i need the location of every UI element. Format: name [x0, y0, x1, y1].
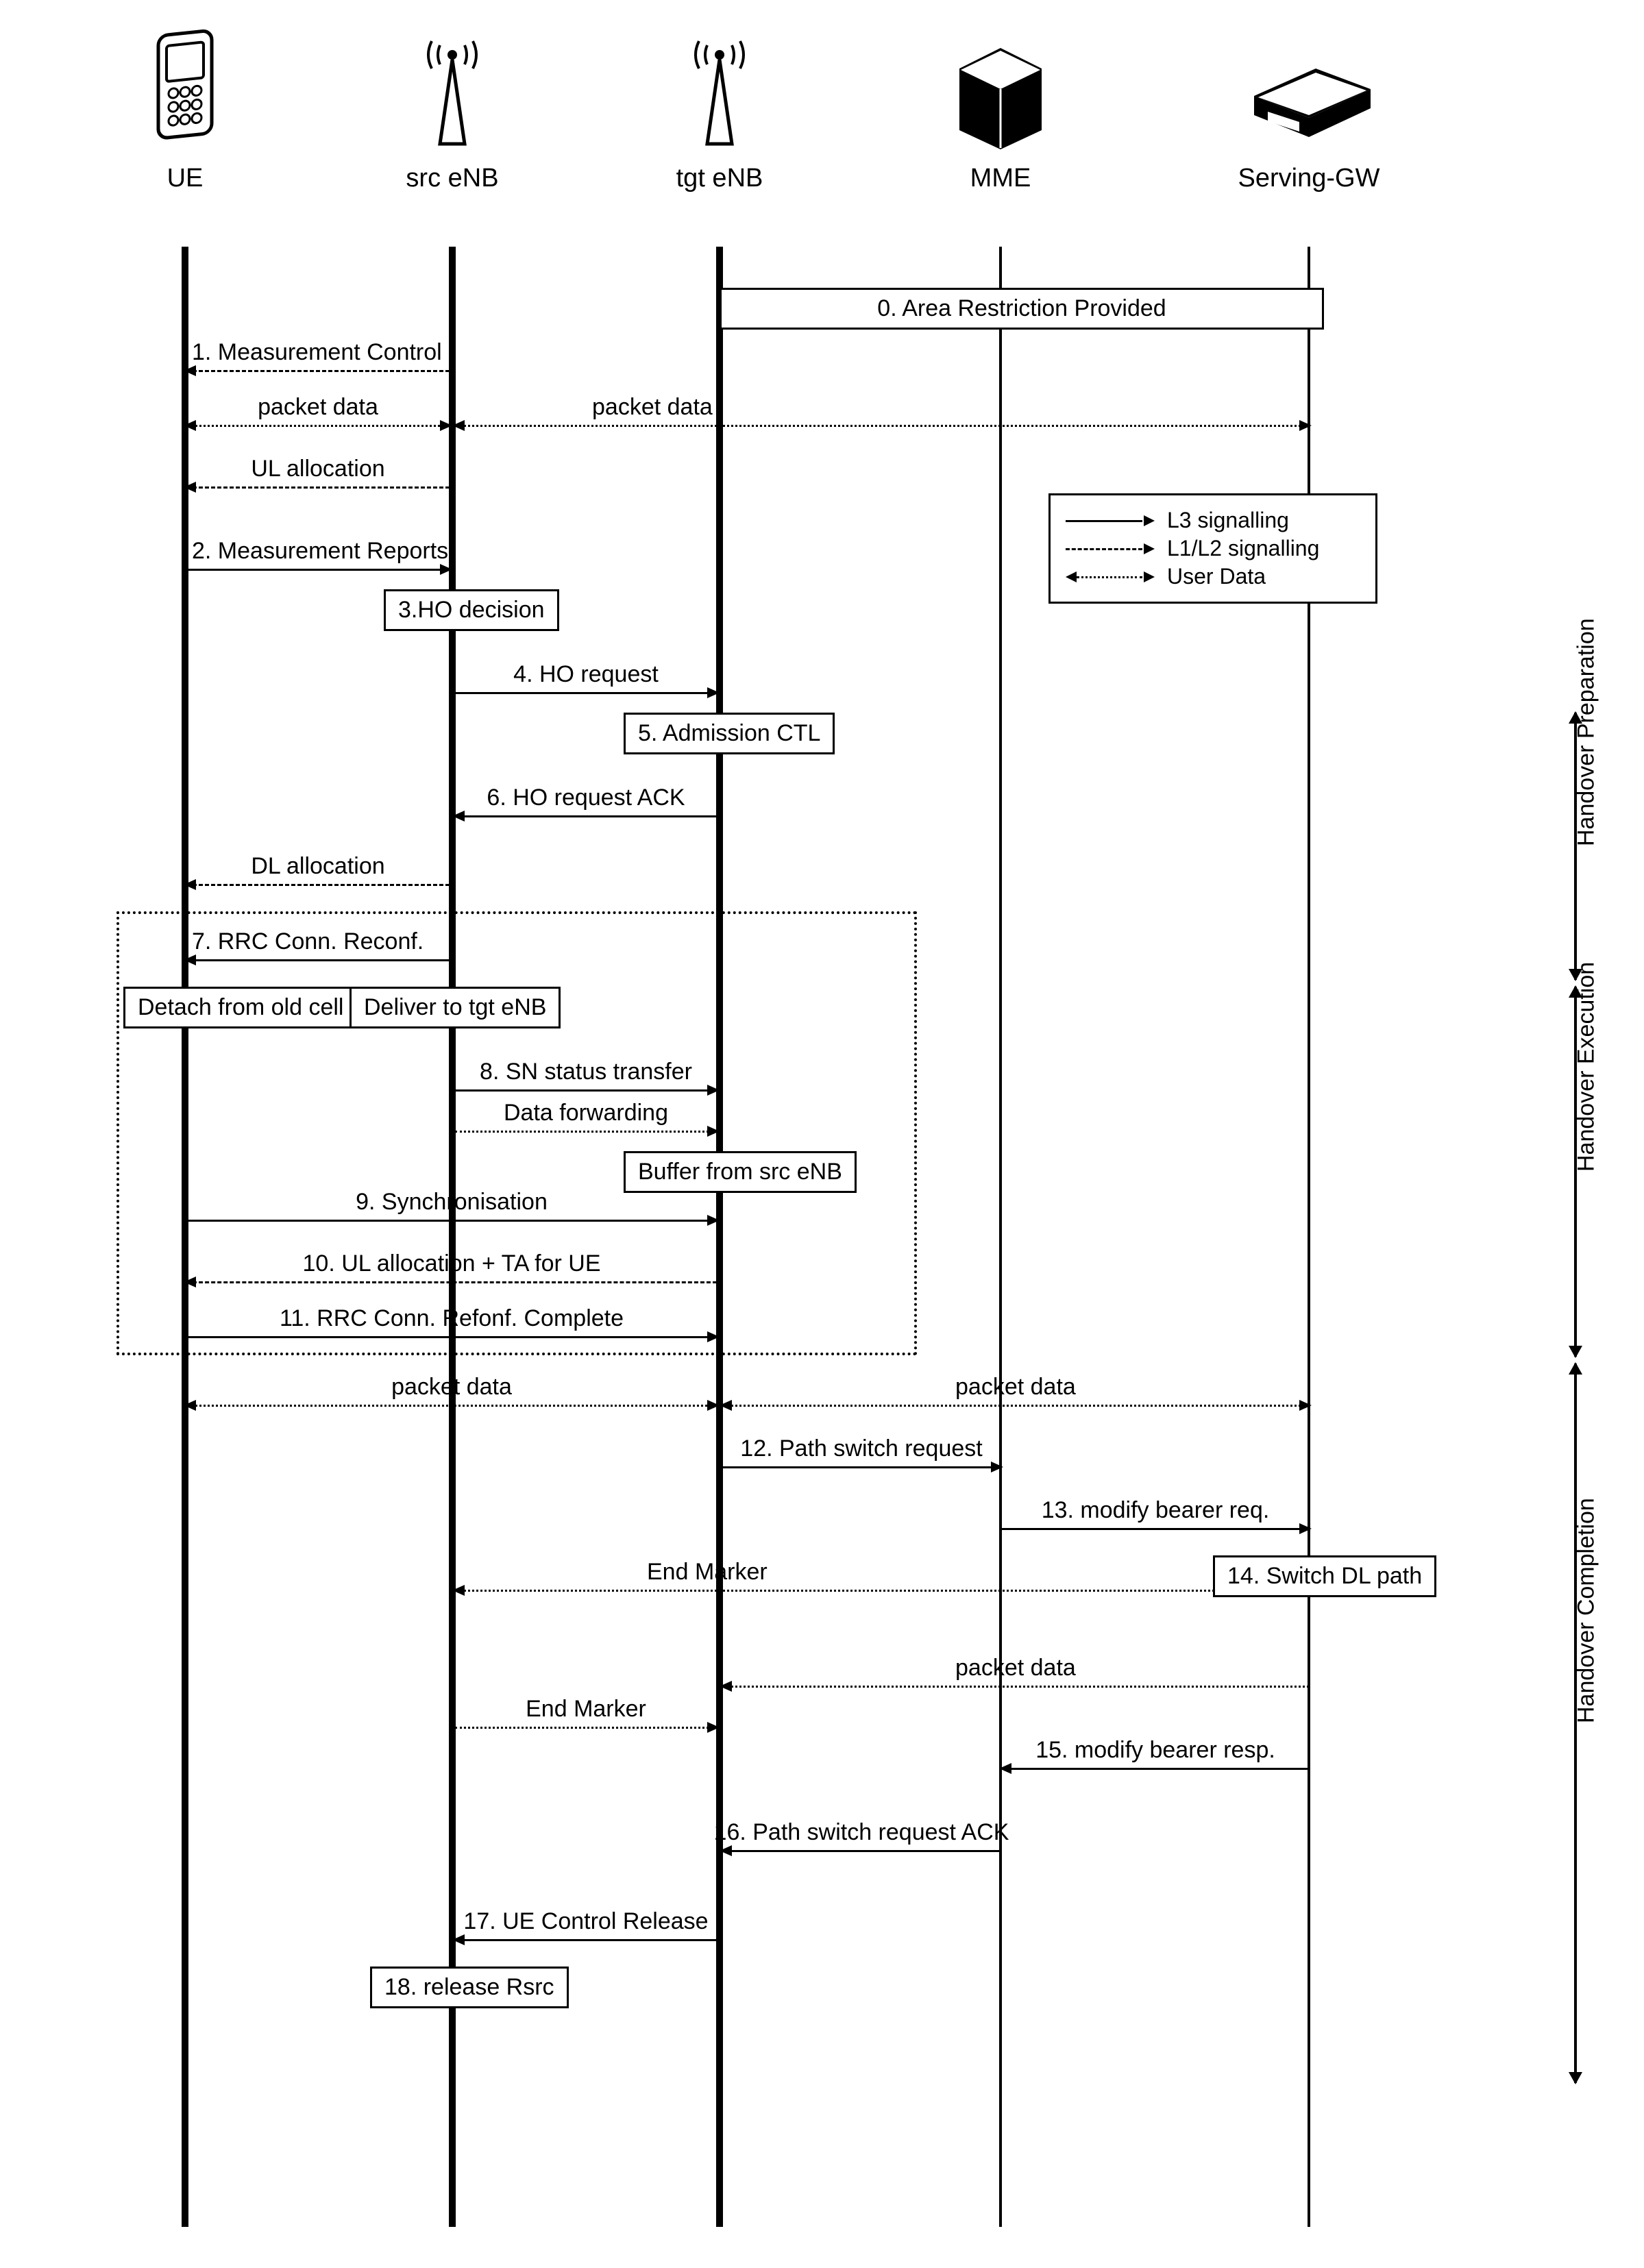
lifeline-mme: [999, 247, 1002, 2227]
legend-line-solid: [1066, 514, 1155, 528]
msg-label: 17. UE Control Release: [463, 1908, 708, 1935]
actor-mme: MME: [925, 27, 1076, 193]
antenna-icon: [678, 27, 761, 154]
msg-label: packet data: [955, 1374, 1076, 1401]
actor-tgt-enb: tgt eNB: [644, 27, 795, 193]
actor-label: UE: [110, 164, 260, 193]
msg-label: Data forwarding: [504, 1100, 668, 1126]
box-label: Detach from old cell: [138, 994, 343, 1020]
msg-label: 6. HO request ACK: [487, 785, 685, 811]
legend-line-dotted: [1066, 570, 1155, 584]
msg-label: 12. Path switch request: [740, 1435, 982, 1462]
box-deliver-tgt-enb: Deliver to tgt eNB: [349, 987, 561, 1028]
phase-label: Handover Execution: [1573, 962, 1600, 1172]
phase-label: Handover Preparation: [1573, 618, 1600, 846]
msg-label: packet data: [592, 394, 713, 421]
box-label: Buffer from src eNB: [638, 1159, 842, 1185]
box-ho-decision: 3.HO decision: [384, 589, 559, 631]
actor-serving-gw: Serving-GW: [1234, 27, 1384, 193]
msg-label: 16. Path switch request ACK: [714, 1819, 1009, 1846]
legend-row: User Data: [1066, 564, 1360, 589]
box-buffer-from-src: Buffer from src eNB: [624, 1151, 857, 1193]
msg-label: DL allocation: [251, 853, 384, 880]
antenna-icon: [411, 27, 493, 154]
phase-completion: Handover Completion: [1555, 1364, 1596, 2083]
frame-handover-execution: [116, 911, 917, 1355]
box-label: 18. release Rsrc: [384, 1974, 554, 2000]
msg-label: packet data: [391, 1374, 512, 1401]
box-label: Deliver to tgt eNB: [364, 994, 546, 1020]
phase-preparation: Handover Preparation: [1555, 713, 1596, 980]
legend-row: L1/L2 signalling: [1066, 536, 1360, 561]
phase-execution: Handover Execution: [1555, 987, 1596, 1357]
legend-label: L1/L2 signalling: [1167, 536, 1319, 561]
msg-label: 11. RRC Conn. Refonf. Complete: [280, 1305, 624, 1332]
msg-label: 2. Measurement Reports: [192, 538, 448, 565]
msg-label: packet data: [258, 394, 378, 421]
actor-label: tgt eNB: [644, 164, 795, 193]
box-area-restriction: 0. Area Restriction Provided: [720, 288, 1324, 330]
actor-src-enb: src eNB: [377, 27, 528, 193]
phase-label: Handover Completion: [1573, 1498, 1600, 1723]
msg-label: 10. UL allocation + TA for UE: [303, 1250, 601, 1277]
sequence-diagram: UE src eNB tgt eNB: [27, 27, 1617, 2241]
msg-label: 7. RRC Conn. Reconf.: [192, 928, 424, 955]
msg-label: 9. Synchronisation: [356, 1189, 548, 1216]
book-icon: [946, 27, 1055, 154]
box-label: 0. Area Restriction Provided: [877, 295, 1166, 321]
actor-label: MME: [925, 164, 1076, 193]
box-detach-old-cell: Detach from old cell: [123, 987, 358, 1028]
router-icon: [1240, 27, 1377, 154]
box-label: 5. Admission CTL: [638, 720, 820, 746]
legend-label: User Data: [1167, 564, 1266, 589]
msg-label: packet data: [955, 1655, 1076, 1681]
legend-row: L3 signalling: [1066, 508, 1360, 533]
actor-label: Serving-GW: [1234, 164, 1384, 193]
msg-label: UL allocation: [251, 456, 384, 482]
box-label: 3.HO decision: [398, 597, 545, 623]
actor-label: src eNB: [377, 164, 528, 193]
box-label: 14. Switch DL path: [1227, 1563, 1422, 1589]
msg-label: 4. HO request: [513, 661, 659, 688]
msg-label: End Marker: [647, 1559, 768, 1586]
legend-label: L3 signalling: [1167, 508, 1289, 533]
actor-ue: UE: [110, 27, 260, 193]
msg-label: End Marker: [526, 1696, 646, 1723]
msg-label: 1. Measurement Control: [192, 339, 442, 366]
msg-label: 8. SN status transfer: [480, 1059, 692, 1085]
legend: L3 signalling L1/L2 signalling User Data: [1048, 493, 1377, 604]
msg-label: 13. modify bearer req.: [1042, 1497, 1270, 1524]
box-switch-dl-path: 14. Switch DL path: [1213, 1555, 1436, 1597]
box-release-rsrc: 18. release Rsrc: [370, 1967, 569, 2008]
legend-line-dashdot: [1066, 542, 1155, 556]
phone-icon: [147, 27, 223, 154]
box-admission-ctl: 5. Admission CTL: [624, 713, 835, 754]
msg-label: 15. modify bearer resp.: [1035, 1737, 1275, 1764]
